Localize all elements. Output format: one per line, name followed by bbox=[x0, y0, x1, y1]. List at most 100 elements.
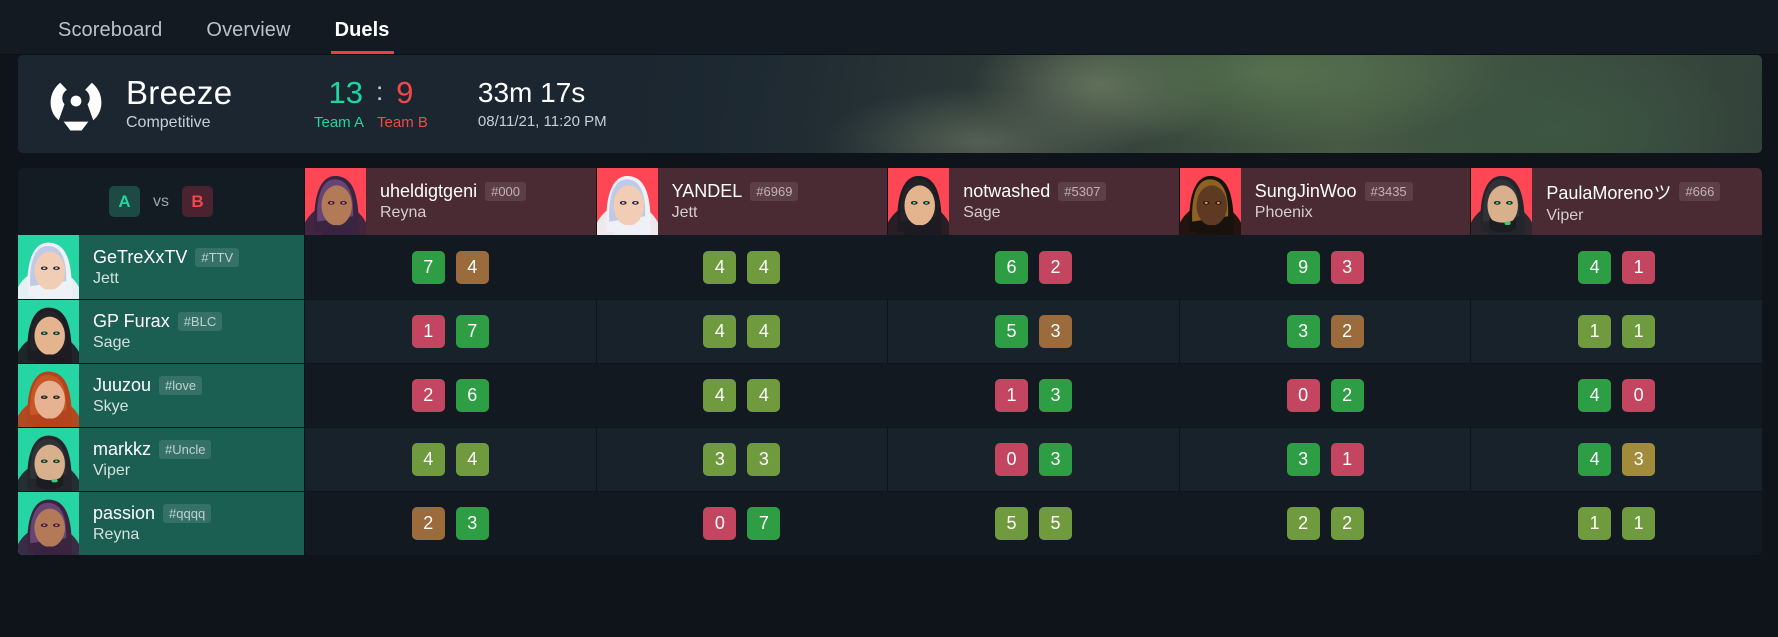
valorant-map-logo-icon bbox=[48, 76, 104, 132]
duel-kills-player: 5 bbox=[994, 507, 1028, 540]
duels-matrix-row: Juuzou #love Skye 2644130240 bbox=[18, 363, 1762, 427]
player-agent-portrait bbox=[18, 492, 79, 555]
opponent-name: SungJinWoo bbox=[1254, 181, 1357, 201]
duel-cell[interactable]: 53 bbox=[888, 300, 1180, 363]
duel-kills-player: 4 bbox=[1578, 379, 1612, 412]
opponent-tag: #6969 bbox=[750, 182, 799, 201]
duel-kills-opponent: 2 bbox=[1330, 379, 1364, 412]
duel-kills-opponent: 2 bbox=[1038, 250, 1072, 284]
score-block: 13 : 9 Team A Team B bbox=[314, 77, 428, 131]
duel-cell[interactable]: 26 bbox=[305, 364, 597, 427]
player-row-header[interactable]: markkz #Uncle Viper bbox=[18, 428, 305, 491]
duel-cell[interactable]: 11 bbox=[1471, 300, 1762, 363]
duel-cell[interactable]: 62 bbox=[888, 235, 1180, 299]
duel-cell[interactable]: 93 bbox=[1180, 235, 1472, 299]
teams-legend: A vs B bbox=[18, 168, 305, 235]
duel-cell[interactable]: 44 bbox=[597, 235, 889, 299]
tab-duels-label: Duels bbox=[334, 19, 390, 41]
opponent-name: uheldigtgeni bbox=[380, 181, 478, 201]
match-header-banner: Breeze Competitive 13 : 9 Team A Team B … bbox=[18, 55, 1762, 153]
tab-scoreboard-label: Scoreboard bbox=[58, 19, 163, 41]
duel-kills-opponent: 4 bbox=[747, 379, 781, 412]
duel-cell[interactable]: 74 bbox=[305, 235, 597, 299]
duel-cell[interactable]: 44 bbox=[597, 364, 889, 427]
map-name: Breeze bbox=[126, 74, 233, 112]
duel-cell[interactable]: 41 bbox=[1471, 235, 1762, 299]
duels-matrix-body: GeTreXxTV #TTV Jett 7444629341 GP Furax … bbox=[18, 235, 1762, 555]
duel-kills-opponent: 7 bbox=[455, 315, 489, 348]
duel-kills-opponent: 4 bbox=[747, 315, 781, 348]
player-name: GeTreXxTV bbox=[93, 246, 188, 267]
opponent-name: notwashed bbox=[963, 181, 1051, 201]
duel-cell[interactable]: 32 bbox=[1180, 300, 1472, 363]
opponent-agent-name: Jett bbox=[671, 204, 698, 221]
duel-kills-opponent: 3 bbox=[1622, 443, 1656, 476]
opponent-tag: #5307 bbox=[1058, 182, 1107, 201]
score-team-b: 9 bbox=[396, 75, 414, 110]
duels-page: Scoreboard Overview Duels Breeze Competi… bbox=[0, 0, 1778, 637]
player-agent-name: Jett bbox=[93, 269, 119, 287]
duel-cell[interactable]: 23 bbox=[305, 492, 597, 555]
team-b-badge: B bbox=[182, 186, 213, 217]
player-row-header[interactable]: GeTreXxTV #TTV Jett bbox=[18, 235, 305, 299]
duel-kills-player: 1 bbox=[994, 379, 1028, 412]
duel-cell[interactable]: 02 bbox=[1180, 364, 1472, 427]
player-row-header[interactable]: passion #qqqq Reyna bbox=[18, 492, 305, 555]
duel-kills-opponent: 1 bbox=[1330, 443, 1364, 476]
duel-cell[interactable]: 44 bbox=[597, 300, 889, 363]
match-duration: 33m 17s bbox=[477, 76, 586, 108]
duel-cell[interactable]: 40 bbox=[1471, 364, 1762, 427]
duel-cell[interactable]: 43 bbox=[1471, 428, 1762, 491]
duel-cell[interactable]: 55 bbox=[888, 492, 1180, 555]
player-agent-portrait bbox=[18, 235, 79, 299]
team-a-badge: A bbox=[109, 186, 140, 217]
duel-cell[interactable]: 31 bbox=[1180, 428, 1472, 491]
player-tag: #Uncle bbox=[159, 440, 212, 459]
duel-kills-player: 1 bbox=[1578, 507, 1612, 540]
duel-cell[interactable]: 22 bbox=[1180, 492, 1472, 555]
opponent-name: YANDEL bbox=[671, 181, 743, 201]
opponent-column-header[interactable]: PaulaMorenoツ #666 Viper bbox=[1471, 168, 1762, 235]
duel-kills-player: 4 bbox=[703, 315, 737, 348]
tab-scoreboard[interactable]: Scoreboard bbox=[36, 20, 184, 54]
player-agent-portrait bbox=[18, 300, 79, 363]
tab-duels[interactable]: Duels bbox=[313, 20, 412, 54]
player-row-header[interactable]: Juuzou #love Skye bbox=[18, 364, 305, 427]
player-agent-name: Sage bbox=[93, 334, 131, 351]
duel-kills-opponent: 3 bbox=[1038, 443, 1072, 476]
opponent-column-header[interactable]: uheldigtgeni #000 Reyna bbox=[305, 168, 597, 235]
player-row-header[interactable]: GP Furax #BLC Sage bbox=[18, 300, 305, 363]
duel-kills-opponent: 3 bbox=[1330, 250, 1364, 284]
opponent-agent-portrait bbox=[305, 168, 366, 235]
player-tag: #love bbox=[159, 376, 203, 395]
duel-kills-player: 3 bbox=[703, 443, 737, 476]
tab-overview[interactable]: Overview bbox=[184, 20, 312, 54]
duels-matrix-row: GeTreXxTV #TTV Jett 7444629341 bbox=[18, 235, 1762, 299]
duel-kills-player: 0 bbox=[1286, 379, 1320, 412]
match-mode: Competitive bbox=[126, 113, 211, 131]
duel-cell[interactable]: 11 bbox=[1471, 492, 1762, 555]
duel-cell[interactable]: 17 bbox=[305, 300, 597, 363]
opponent-column-header[interactable]: YANDEL #6969 Jett bbox=[596, 168, 889, 235]
duel-kills-opponent: 4 bbox=[747, 250, 781, 284]
duel-kills-player: 1 bbox=[411, 315, 445, 348]
opponent-tag: #666 bbox=[1679, 182, 1721, 201]
duel-cell[interactable]: 07 bbox=[597, 492, 889, 555]
opponent-column-header[interactable]: SungJinWoo #3435 Phoenix bbox=[1179, 168, 1472, 235]
duel-kills-opponent: 2 bbox=[1330, 507, 1364, 540]
duel-kills-opponent: 3 bbox=[455, 507, 489, 540]
duel-kills-player: 4 bbox=[1578, 250, 1612, 284]
opponent-agent-portrait bbox=[888, 168, 950, 235]
score-separator: : bbox=[375, 75, 384, 106]
duel-cell[interactable]: 13 bbox=[888, 364, 1180, 427]
duel-kills-player: 6 bbox=[994, 250, 1028, 284]
match-date: 08/11/21, 11:20 PM bbox=[477, 113, 607, 131]
duel-kills-opponent: 4 bbox=[455, 250, 489, 284]
duel-kills-player: 0 bbox=[703, 507, 737, 540]
duel-kills-player: 1 bbox=[1578, 315, 1612, 348]
duel-kills-player: 9 bbox=[1286, 250, 1320, 284]
duel-cell[interactable]: 03 bbox=[888, 428, 1180, 491]
opponent-column-header[interactable]: notwashed #5307 Sage bbox=[888, 168, 1180, 235]
duel-cell[interactable]: 33 bbox=[597, 428, 889, 491]
duel-cell[interactable]: 44 bbox=[305, 428, 597, 491]
